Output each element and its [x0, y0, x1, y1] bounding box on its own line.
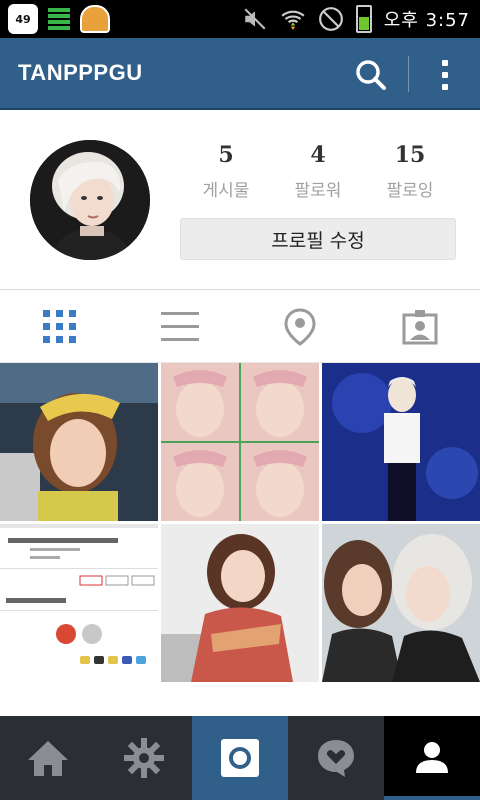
home-icon — [28, 741, 68, 776]
notification-count: 49 — [15, 12, 31, 26]
following-label: 팔로잉 — [386, 181, 434, 201]
nav-home[interactable] — [0, 716, 96, 800]
posts-count: 5 — [218, 142, 234, 168]
camera-icon — [221, 739, 259, 777]
photo-thumbnail[interactable] — [0, 524, 158, 682]
explore-icon — [124, 738, 164, 778]
sim-bars-icon — [48, 7, 70, 31]
nav-activity[interactable] — [288, 716, 384, 800]
photo-grid — [0, 363, 480, 683]
view-tabs — [0, 291, 480, 363]
mute-icon — [244, 8, 266, 30]
photo-thumbnail[interactable] — [0, 363, 158, 521]
blocked-icon — [318, 7, 343, 31]
photo-thumbnail[interactable] — [322, 524, 480, 682]
bottom-nav — [0, 716, 480, 800]
location-pin-icon[interactable] — [240, 291, 360, 362]
activity-icon — [318, 740, 354, 777]
sticker-icon: 49 — [8, 4, 38, 34]
username-title: TANPPPGU — [18, 60, 143, 85]
profile-header: 5 게시물 4 팔로워 15 팔로잉 프로필 수정 — [0, 110, 480, 290]
app-bar-divider — [408, 56, 409, 92]
followers-stat[interactable]: 4 팔로워 — [272, 142, 364, 201]
photo-thumbnail[interactable] — [161, 363, 319, 521]
search-icon[interactable] — [352, 56, 390, 94]
photo-thumbnail[interactable] — [161, 524, 319, 682]
following-stat[interactable]: 15 팔로잉 — [364, 142, 456, 201]
profile-stats: 5 게시물 4 팔로워 15 팔로잉 — [180, 142, 456, 201]
more-vert-icon[interactable] — [430, 56, 460, 94]
status-bar: 49 오후 3:57 — [0, 0, 480, 38]
posts-label: 게시물 — [202, 181, 250, 201]
list-view-icon[interactable] — [120, 291, 240, 362]
photo-thumbnail[interactable] — [322, 363, 480, 521]
grid-view-icon[interactable] — [0, 291, 120, 362]
nav-camera[interactable] — [192, 716, 288, 800]
wifi-icon — [281, 10, 305, 30]
posts-stat[interactable]: 5 게시물 — [180, 142, 272, 201]
followers-count: 4 — [310, 142, 326, 168]
edit-profile-button[interactable]: 프로필 수정 — [180, 218, 456, 260]
app-bar: TANPPPGU — [0, 38, 480, 110]
following-count: 15 — [394, 142, 426, 168]
tagged-photos-icon[interactable] — [360, 291, 480, 362]
nav-profile[interactable] — [384, 716, 480, 800]
avatar[interactable] — [30, 140, 150, 260]
battery-icon — [355, 5, 372, 33]
clock: 오후 3:57 — [383, 10, 470, 31]
cupcake-icon — [80, 5, 110, 33]
followers-label: 팔로워 — [294, 181, 342, 201]
profile-icon — [416, 742, 448, 773]
nav-explore[interactable] — [96, 716, 192, 800]
